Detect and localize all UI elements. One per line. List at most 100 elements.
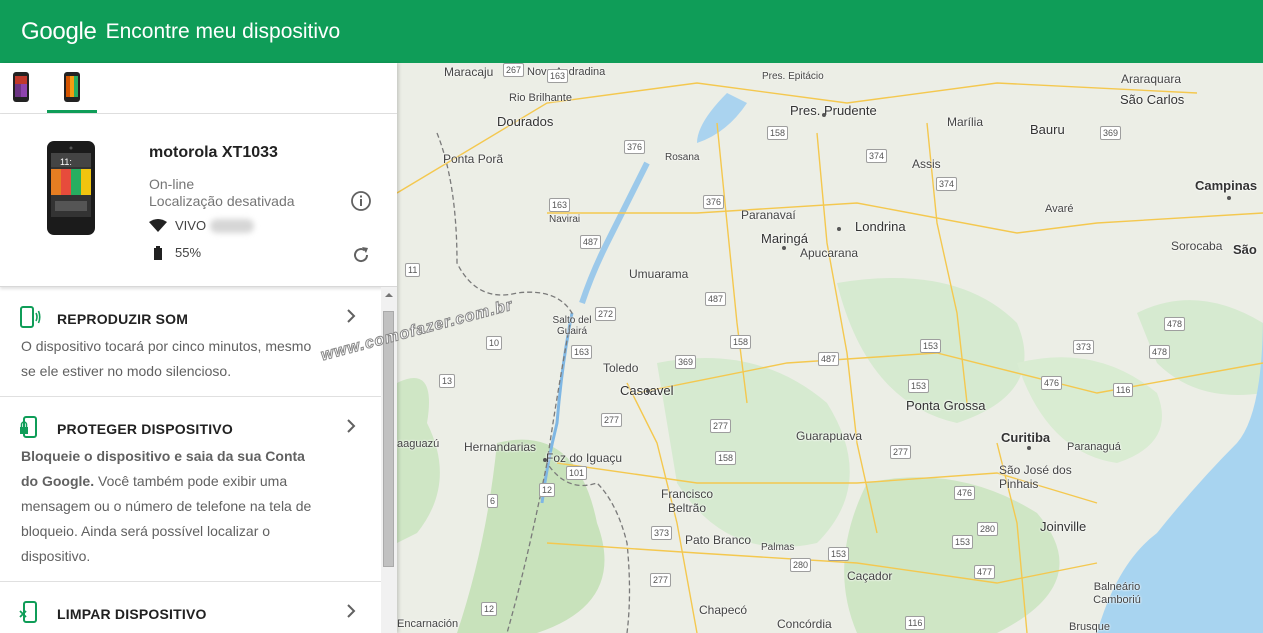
city-label: Avaré <box>1045 203 1074 215</box>
action-erase-device: LIMPAR DISPOSITIVO <box>0 582 381 633</box>
city-label: Joinville <box>1040 519 1087 534</box>
phone-erase-icon <box>19 601 37 623</box>
location-status: Localização desativada <box>149 193 295 209</box>
play-sound-button[interactable]: REPRODUZIR SOM <box>0 287 381 342</box>
city-label: Umuarama <box>629 267 689 281</box>
map[interactable]: Maracaju Nova Andradina Rio Brilhante Do… <box>397 63 1263 633</box>
road-badge: 153 <box>828 547 850 561</box>
city-label: Sorocaba <box>1171 239 1223 253</box>
city-label: Francisco Beltrão <box>660 487 713 515</box>
action-play-sound: REPRODUZIR SOM O dispositivo tocará por … <box>0 287 381 397</box>
network-row: VIVO <box>149 218 255 233</box>
road-badge: 374 <box>866 149 888 163</box>
city-dot <box>646 389 650 393</box>
road-badge: 12 <box>539 483 556 497</box>
road-badge: 374 <box>936 177 958 191</box>
road-badge: 476 <box>1041 376 1063 390</box>
scroll-up-arrow-icon[interactable] <box>381 289 397 301</box>
city-label: Paranavaí <box>741 208 796 222</box>
city-label: Marília <box>947 115 984 129</box>
road-badge: 280 <box>790 558 812 572</box>
city-label: Maringá <box>761 231 808 246</box>
road-badge: 277 <box>601 413 623 427</box>
city-label: Curitiba <box>1001 430 1051 445</box>
road-badge: 158 <box>715 451 737 465</box>
app-header: Google Encontre meu dispositivo <box>0 0 1263 63</box>
city-dot <box>1227 196 1231 200</box>
road-badge: 116 <box>905 616 926 630</box>
city-label: Guarapuava <box>796 429 863 443</box>
actions-list: REPRODUZIR SOM O dispositivo tocará por … <box>0 287 381 633</box>
network-name: VIVO <box>175 218 207 233</box>
city-label: Ponta Grossa <box>906 398 986 413</box>
device-name: motorola XT1033 <box>149 144 278 161</box>
city-label: São Carlos <box>1120 92 1185 107</box>
city-label: Rio Brilhante <box>509 92 572 104</box>
road-badge: 277 <box>890 445 912 459</box>
road-badge: 158 <box>767 126 789 140</box>
device-tab-2[interactable] <box>47 63 97 113</box>
road-badge: 478 <box>1164 317 1186 331</box>
city-label: Concórdia <box>777 617 832 631</box>
city-label: Bauru <box>1030 122 1065 137</box>
city-label: Caçador <box>847 569 893 583</box>
city-label: aaguazú <box>397 438 440 450</box>
city-label: Paranaguá <box>1067 441 1121 453</box>
google-logo[interactable]: Google <box>21 18 97 46</box>
phone-lock-icon <box>20 416 37 438</box>
road-badge: 487 <box>818 352 840 366</box>
secure-device-description: Bloqueie o dispositivo e saia da sua Con… <box>0 444 381 581</box>
city-dot <box>782 246 786 250</box>
city-dot <box>543 458 547 462</box>
road-badge: 277 <box>650 573 672 587</box>
info-icon[interactable] <box>350 190 372 212</box>
city-dot <box>822 113 826 117</box>
road-badge: 487 <box>580 235 602 249</box>
city-label: Rosana <box>665 152 700 163</box>
road-badge: 163 <box>571 345 593 359</box>
secure-device-title: PROTEGER DISPOSITIVO <box>57 421 233 437</box>
battery-icon <box>154 245 162 260</box>
city-label: Maracaju <box>444 65 494 79</box>
road-badge: 376 <box>703 195 725 209</box>
scroll-thumb[interactable] <box>383 311 394 567</box>
erase-device-title: LIMPAR DISPOSITIVO <box>57 606 207 622</box>
road-badge: 272 <box>595 307 617 321</box>
road-badge: 153 <box>908 379 930 393</box>
road-badge: 277 <box>710 419 732 433</box>
road-badge: 369 <box>675 355 697 369</box>
city-label: Balneário Camboriú <box>1093 581 1141 606</box>
road-badge: 153 <box>920 339 942 353</box>
road-badge: 163 <box>549 198 571 212</box>
road-badge: 487 <box>705 292 727 306</box>
road-badge: 12 <box>481 602 498 616</box>
city-label: Pres. Prudente <box>790 103 877 118</box>
road-badge: 369 <box>1100 126 1122 140</box>
wifi-signal-icon <box>149 218 167 232</box>
refresh-icon[interactable] <box>351 245 371 265</box>
road-badge: 116 <box>1113 383 1134 397</box>
secure-device-button[interactable]: PROTEGER DISPOSITIVO <box>0 397 381 452</box>
city-label: Salto del Guairá <box>552 315 592 337</box>
battery-row: 55% <box>149 245 201 260</box>
chevron-right-icon <box>347 309 356 323</box>
city-dot <box>837 227 841 231</box>
device-tab-1[interactable] <box>0 63 42 113</box>
device-tabs <box>0 63 397 114</box>
city-label: Pres. Epitácio <box>762 71 824 82</box>
erase-device-button[interactable]: LIMPAR DISPOSITIVO <box>0 582 381 633</box>
phone-red-icon <box>64 72 80 102</box>
road-badge: 373 <box>1073 340 1095 354</box>
road-badge: 13 <box>439 374 456 388</box>
road-badge: 476 <box>954 486 976 500</box>
road-badge: 373 <box>651 526 673 540</box>
device-card: 11: motorola XT1033 On-line Localização … <box>0 114 397 287</box>
road-badge: 153 <box>952 535 974 549</box>
svg-text:11:: 11: <box>60 157 72 167</box>
redacted-number <box>210 218 255 233</box>
road-badge: 478 <box>1149 345 1171 359</box>
city-label: Navirai <box>549 214 581 225</box>
city-label: São <box>1233 242 1257 257</box>
phone-purple-icon <box>13 72 29 102</box>
city-label: Toledo <box>603 361 639 375</box>
